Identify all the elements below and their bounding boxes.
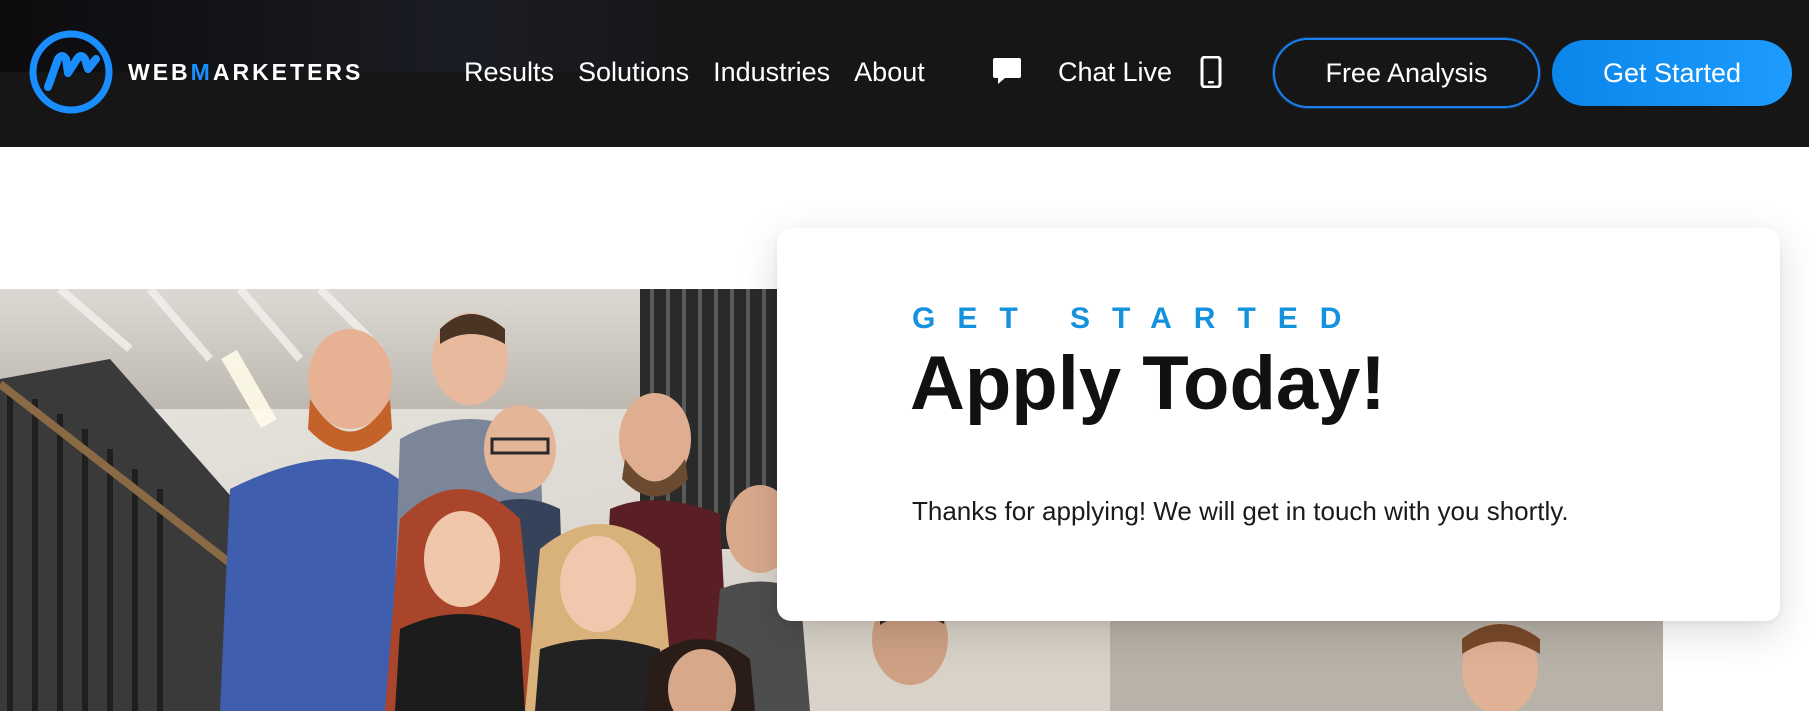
nav-item-about[interactable]: About <box>854 52 925 92</box>
site-logo[interactable]: WEBMARKETERS <box>28 29 363 115</box>
application-confirmation-card: GET STARTED Apply Today! Thanks for appl… <box>777 228 1780 621</box>
free-analysis-button[interactable]: Free Analysis <box>1273 38 1540 108</box>
nav-item-industries[interactable]: Industries <box>713 52 830 92</box>
card-eyebrow: GET STARTED <box>912 302 1364 335</box>
wm-logo-icon <box>29 30 113 114</box>
site-header: WEBMARKETERS Results Solutions Industrie… <box>0 0 1809 147</box>
get-started-button[interactable]: Get Started <box>1552 40 1792 106</box>
logo-wordmark: WEBMARKETERS <box>128 58 364 85</box>
main-nav: Results Solutions Industries About <box>464 52 925 92</box>
card-message: Thanks for applying! We will get in touc… <box>912 496 1569 526</box>
nav-item-results[interactable]: Results <box>464 52 554 92</box>
nav-item-solutions[interactable]: Solutions <box>578 52 689 92</box>
chat-live-link[interactable]: Chat Live <box>1058 52 1172 92</box>
mobile-phone-icon[interactable] <box>1200 56 1222 88</box>
card-heading: Apply Today! <box>910 341 1386 426</box>
chat-bubble-icon[interactable] <box>991 55 1023 87</box>
